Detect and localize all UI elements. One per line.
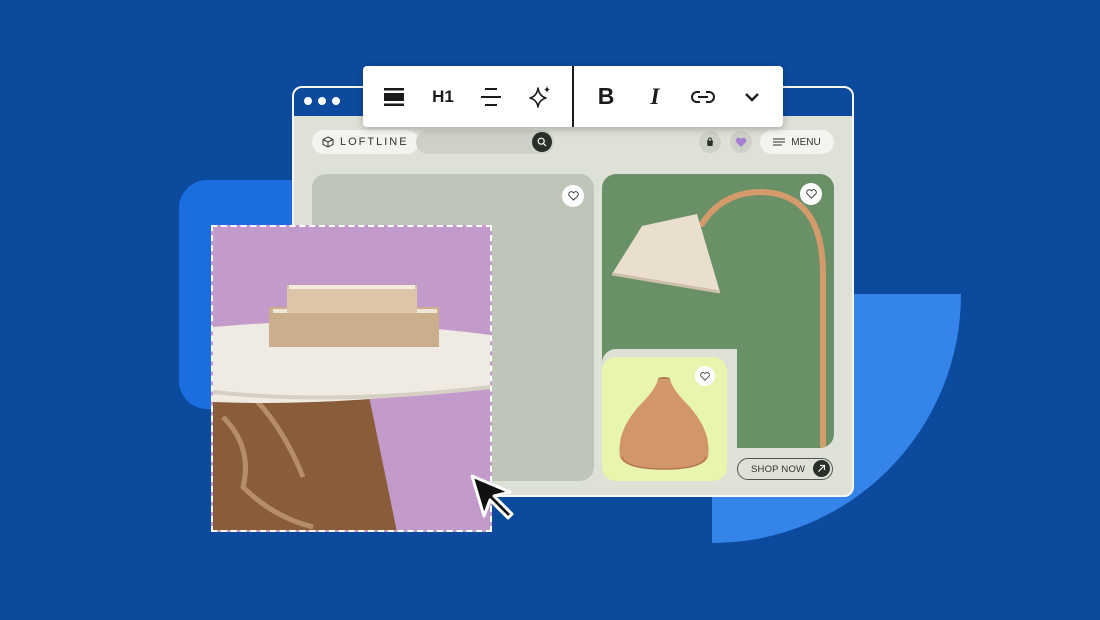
toolbar-divider: [572, 66, 574, 127]
wishlist-button[interactable]: [730, 131, 752, 153]
sparkle-icon: [529, 85, 550, 108]
block-tool[interactable]: [374, 66, 414, 127]
ai-tool[interactable]: [520, 66, 560, 127]
cube-icon: [322, 136, 334, 148]
heading-tool[interactable]: H1: [423, 66, 463, 127]
cart-button[interactable]: [699, 131, 721, 153]
window-dot[interactable]: [332, 97, 340, 105]
arrow-up-right-icon: [813, 460, 830, 477]
window-dot[interactable]: [318, 97, 326, 105]
shop-now-button[interactable]: SHOP NOW: [737, 458, 833, 480]
brand-name: LOFTLINE: [340, 136, 409, 148]
chevron-down-icon: [745, 92, 759, 102]
favorite-button[interactable]: [800, 183, 822, 205]
menu-label: MENU: [791, 136, 821, 148]
brand-logo[interactable]: LOFTLINE: [312, 130, 419, 154]
site-nav: LOFTLINE MENU: [294, 126, 852, 156]
link-icon: [691, 90, 715, 103]
align-tool[interactable]: [471, 66, 511, 127]
selected-image-table[interactable]: [211, 225, 492, 532]
search-icon: [537, 137, 547, 147]
bag-icon: [707, 137, 713, 146]
link-tool[interactable]: [683, 66, 723, 127]
editor-toolbar: H1 B I: [363, 66, 783, 127]
heart-icon: [735, 137, 747, 147]
favorite-button[interactable]: [562, 185, 584, 207]
heart-outline-icon: [567, 191, 579, 201]
bold-tool[interactable]: B: [586, 66, 626, 127]
heart-outline-icon: [700, 371, 710, 381]
menu-button[interactable]: MENU: [760, 130, 834, 154]
hamburger-icon: [773, 138, 786, 146]
window-dot[interactable]: [304, 97, 312, 105]
mouse-cursor-icon: [470, 474, 514, 520]
italic-tool[interactable]: I: [635, 66, 675, 127]
more-tool[interactable]: [732, 66, 772, 127]
search-input[interactable]: [416, 130, 554, 154]
search-button[interactable]: [532, 132, 552, 152]
favorite-button[interactable]: [695, 366, 715, 386]
heart-outline-icon: [805, 189, 817, 199]
shop-now-label: SHOP NOW: [751, 463, 806, 475]
product-card-vase[interactable]: [602, 357, 727, 481]
block-icon: [384, 87, 404, 106]
side-table-image: [213, 285, 490, 530]
align-center-icon: [481, 87, 501, 106]
